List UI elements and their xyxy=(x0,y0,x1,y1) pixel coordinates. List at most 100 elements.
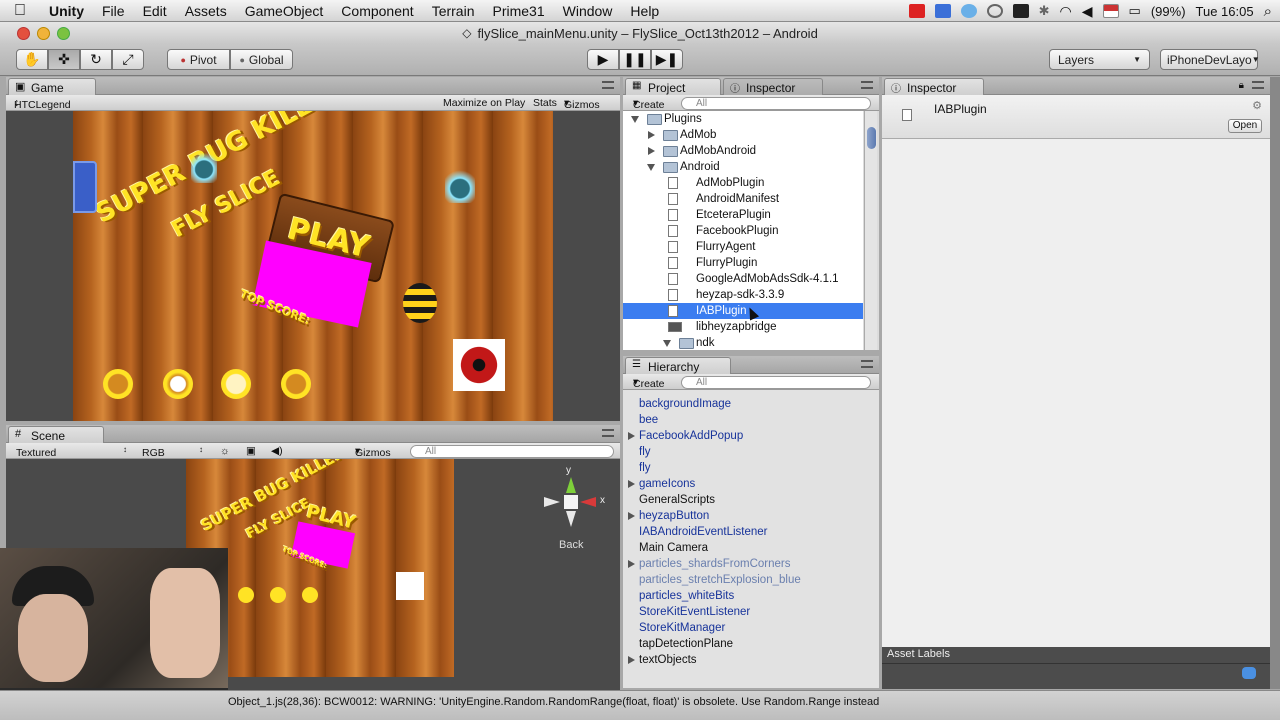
menu-file[interactable]: File xyxy=(93,3,134,19)
project-tree-row[interactable]: GoogleAdMobAdsSdk-4.1.1 xyxy=(623,271,863,287)
hierarchy-item[interactable]: Main Camera xyxy=(623,540,879,556)
hierarchy-item[interactable]: GeneralScripts xyxy=(623,492,879,508)
close-window-button[interactable] xyxy=(17,27,30,40)
flag-icon[interactable] xyxy=(1102,4,1119,18)
hand-tool-icon[interactable]: ✋ xyxy=(16,49,48,70)
menu-assets[interactable]: Assets xyxy=(176,3,236,19)
play-icon[interactable]: ▶ xyxy=(587,49,619,70)
clock[interactable]: Tue 16:05 xyxy=(1196,4,1254,19)
menu-terrain[interactable]: Terrain xyxy=(423,3,484,19)
project-scroll-thumb[interactable] xyxy=(867,127,876,149)
project-tree-row[interactable]: ndk xyxy=(623,335,863,350)
zoom-window-button[interactable] xyxy=(57,27,70,40)
project-tree-row[interactable]: IABPlugin xyxy=(623,303,863,319)
hierarchy-item[interactable]: heyzapButton xyxy=(623,508,879,524)
bluetooth-icon[interactable]: ✱ xyxy=(1039,3,1050,19)
face-icon[interactable] xyxy=(221,369,251,399)
project-tree-row[interactable]: FacebookPlugin xyxy=(623,223,863,239)
volume-icon[interactable]: ◀ xyxy=(1082,3,1093,20)
record-icon[interactable] xyxy=(908,4,925,18)
collapsed-triangle-icon[interactable] xyxy=(628,656,635,664)
project-create-button[interactable]: Create ▾ xyxy=(633,97,665,111)
menu-prime31[interactable]: Prime31 xyxy=(483,3,553,19)
project-tree-row[interactable]: FlurryPlugin xyxy=(623,255,863,271)
resolution-dropdown[interactable]: HTCLegend Wide (480x3 ↕ xyxy=(14,97,71,135)
hierarchy-create-button[interactable]: Create ▾ xyxy=(633,376,665,390)
lighting-icon[interactable]: ☼ xyxy=(220,445,230,457)
hierarchy-item[interactable]: IABAndroidEventListener xyxy=(623,524,879,540)
tab-project[interactable]: ▦ Project xyxy=(625,78,721,95)
ladybug-button[interactable] xyxy=(453,339,505,391)
time-machine-icon[interactable] xyxy=(986,4,1003,18)
pivot-button[interactable]: ● Pivot xyxy=(167,49,230,70)
music-icon[interactable] xyxy=(281,369,311,399)
expanded-triangle-icon[interactable] xyxy=(663,340,671,347)
collapsed-triangle-icon[interactable] xyxy=(628,560,635,568)
hierarchy-item[interactable]: gameIcons xyxy=(623,476,879,492)
layers-dropdown[interactable]: Layers ▼ xyxy=(1049,49,1150,70)
panel-menu-icon[interactable] xyxy=(602,429,614,437)
neg-x-cone[interactable] xyxy=(544,497,560,507)
rotate-tool-icon[interactable]: ↻ xyxy=(80,49,112,70)
panel-menu-icon[interactable] xyxy=(861,81,873,89)
apple-icon[interactable]:  xyxy=(0,2,40,20)
tab-game[interactable]: ▣ Game xyxy=(8,78,96,95)
tab-inspector[interactable]: ⓘ Inspector xyxy=(884,78,984,95)
game-viewport[interactable]: SUPER BUG KILLER FLY SLICE PLAY TOP SCOR… xyxy=(6,111,620,421)
project-scrollbar[interactable] xyxy=(864,111,877,350)
minimize-window-button[interactable] xyxy=(37,27,50,40)
hierarchy-item[interactable]: particles_whiteBits xyxy=(623,588,879,604)
wifi-icon[interactable]: ◠ xyxy=(1060,3,1072,20)
project-tree-row[interactable]: heyzap-sdk-3.3.9 xyxy=(623,287,863,303)
gizmo-center-cube[interactable] xyxy=(564,495,578,509)
menu-help[interactable]: Help xyxy=(621,3,668,19)
project-search-input[interactable]: All xyxy=(681,97,871,110)
menu-edit[interactable]: Edit xyxy=(134,3,176,19)
step-icon[interactable]: ▶❚ xyxy=(651,49,683,70)
battery-icon[interactable]: ▭ xyxy=(1129,3,1141,19)
menu-component[interactable]: Component xyxy=(332,3,422,19)
project-tree-row[interactable]: Plugins xyxy=(623,111,863,127)
add-label-button[interactable] xyxy=(1242,667,1256,679)
hierarchy-item[interactable]: FacebookAddPopup xyxy=(623,428,879,444)
tab-hierarchy[interactable]: ☰ Hierarchy xyxy=(625,357,731,374)
lock-icon[interactable]: 🔒︎ xyxy=(1239,80,1244,91)
tab-inspector-small[interactable]: ⓘ Inspector xyxy=(723,78,823,95)
project-tree-row[interactable]: AdMob xyxy=(623,127,863,143)
hierarchy-item[interactable]: fly xyxy=(623,444,879,460)
hierarchy-item[interactable]: particles_shardsFromCorners xyxy=(623,556,879,572)
pause-icon[interactable]: ❚❚ xyxy=(619,49,651,70)
global-button[interactable]: ● Global xyxy=(230,49,293,70)
scene-gizmos-toggle[interactable]: Gizmos ▾ xyxy=(355,445,391,459)
hierarchy-item[interactable]: tapDetectionPlane xyxy=(623,636,879,652)
expanded-triangle-icon[interactable] xyxy=(647,164,655,171)
panel-menu-icon[interactable] xyxy=(861,360,873,368)
project-tree-row[interactable]: libheyzapbridge xyxy=(623,319,863,335)
settings-gear-icon[interactable]: ⚙ xyxy=(1252,99,1262,112)
menu-window[interactable]: Window xyxy=(554,3,622,19)
open-button[interactable]: Open xyxy=(1228,119,1262,133)
project-tree-row[interactable]: AndroidManifest xyxy=(623,191,863,207)
side-tab-button[interactable] xyxy=(73,161,97,213)
display-icon[interactable] xyxy=(1012,4,1029,18)
star-icon[interactable] xyxy=(163,369,193,399)
hierarchy-item[interactable]: backgroundImage xyxy=(623,396,879,412)
collapsed-triangle-icon[interactable] xyxy=(628,480,635,488)
collapsed-triangle-icon[interactable] xyxy=(628,512,635,520)
menu-gameobject[interactable]: GameObject xyxy=(236,3,333,19)
dropbox-icon[interactable] xyxy=(934,4,951,18)
collapsed-triangle-icon[interactable] xyxy=(628,432,635,440)
menu-app-name[interactable]: Unity xyxy=(40,3,93,19)
sync-icon[interactable] xyxy=(960,4,977,18)
hierarchy-item[interactable]: fly xyxy=(623,460,879,476)
console-status-bar[interactable]: Object_1.js(28,36): BCW0012: WARNING: 'U… xyxy=(0,690,1280,720)
project-tree-row[interactable]: Android xyxy=(623,159,863,175)
collapsed-triangle-icon[interactable] xyxy=(648,131,655,139)
hierarchy-search-input[interactable]: All xyxy=(681,376,871,389)
project-tree-row[interactable]: AdMobPlugin xyxy=(623,175,863,191)
tab-scene[interactable]: # Scene xyxy=(8,426,104,443)
project-tree-row[interactable]: AdMobAndroid xyxy=(623,143,863,159)
panel-menu-icon[interactable] xyxy=(1252,81,1264,89)
scene-search-input[interactable]: All xyxy=(410,445,614,458)
gizmos-toggle[interactable]: Gizmos ▾ xyxy=(564,97,600,111)
